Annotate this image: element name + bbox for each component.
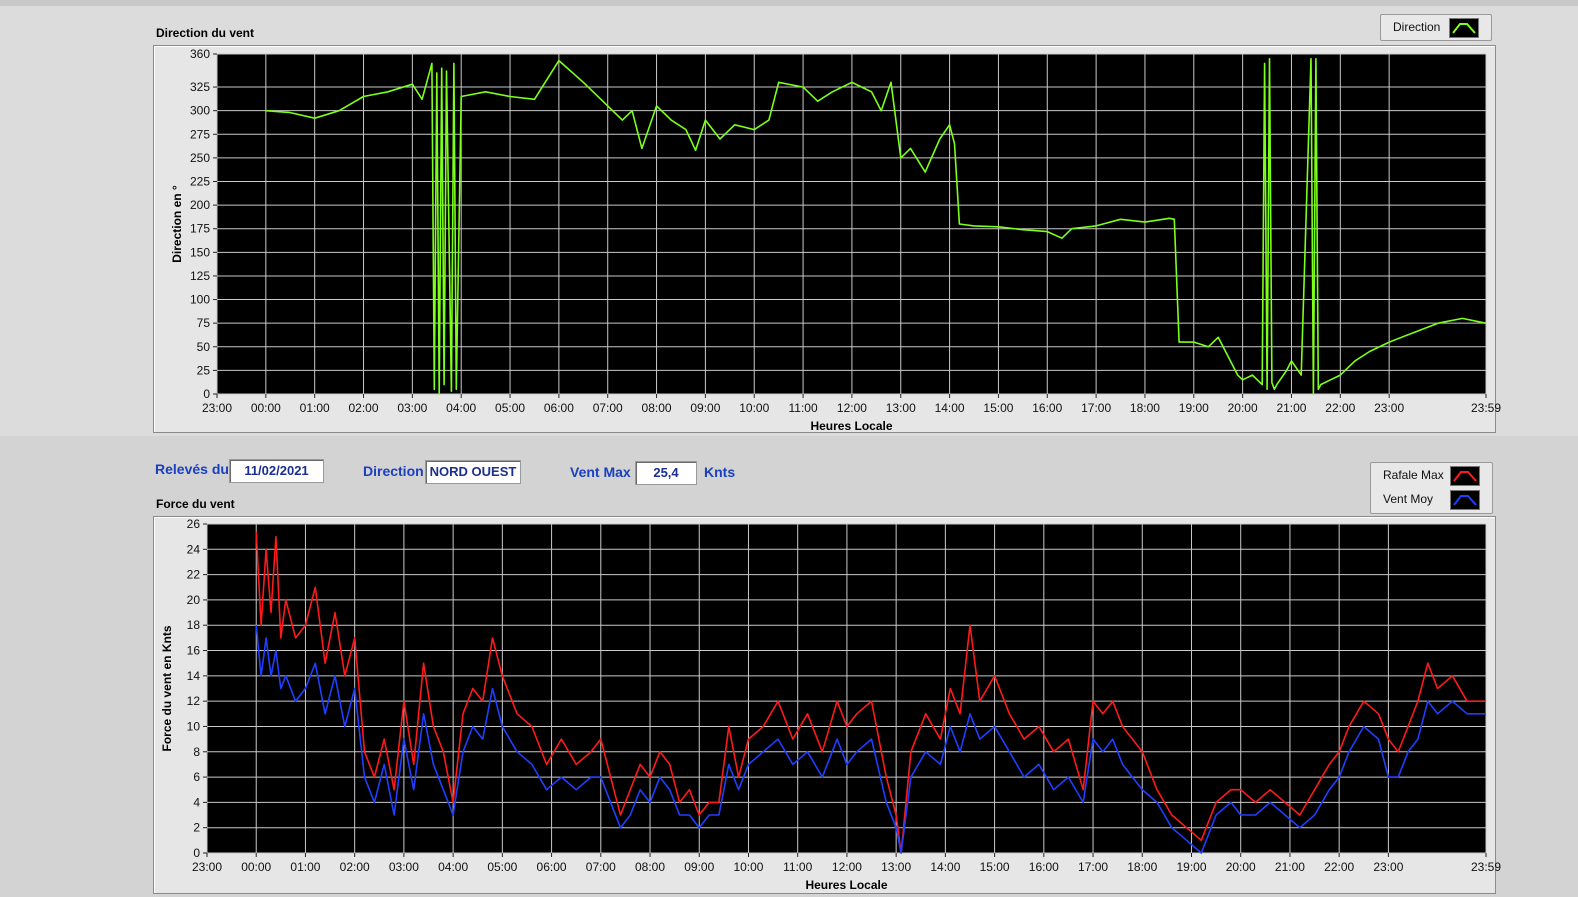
force-x-tick-label: 00:00	[241, 860, 271, 874]
force-x-tick-label: 19:00	[1176, 860, 1206, 874]
force-x-tick-label: 02:00	[340, 860, 370, 874]
force-y-tick-label: 10	[187, 719, 201, 733]
force-x-tick-label: 16:00	[1029, 860, 1059, 874]
force-x-tick-label: 06:00	[537, 860, 567, 874]
force-x-tick-label: 21:00	[1275, 860, 1305, 874]
force-y-tick-label: 26	[187, 517, 201, 531]
force-x-tick-label: 14:00	[930, 860, 960, 874]
force-x-tick-label: 18:00	[1127, 860, 1157, 874]
force-x-axis-title: Heures Locale	[805, 878, 887, 892]
force-y-tick-label: 24	[187, 542, 201, 556]
force-x-tick-label: 09:00	[684, 860, 714, 874]
force-x-tick-label: 17:00	[1078, 860, 1108, 874]
force-y-tick-label: 16	[187, 644, 201, 658]
force-y-tick-label: 14	[187, 669, 201, 683]
force-y-tick-label: 22	[187, 568, 201, 582]
force-x-tick-label: 04:00	[438, 860, 468, 874]
force-x-tick-label: 10:00	[733, 860, 763, 874]
force-chart: 23:00 00:00 01:00 02:00 03:00 04:00 05:00 06:00…	[160, 517, 1501, 892]
force-x-tick-label: 23:00	[1373, 860, 1403, 874]
force-x-tick-label: 08:00	[635, 860, 665, 874]
force-x-tick-label: 20:00	[1226, 860, 1256, 874]
force-y-tick-label: 2	[193, 821, 200, 835]
force-x-tick-label: 01:00	[290, 860, 320, 874]
force-x-tick-label: 13:00	[881, 860, 911, 874]
force-x-tick-label: 12:00	[832, 860, 862, 874]
force-y-tick-label: 18	[187, 618, 201, 632]
force-x-tick-label: 07:00	[586, 860, 616, 874]
force-x-tick-label: 15:00	[980, 860, 1010, 874]
force-y-tick-label: 8	[193, 745, 200, 759]
force-y-tick-label: 4	[193, 795, 200, 809]
force-x-tick-label: 22:00	[1324, 860, 1354, 874]
force-y-tick-label: 6	[193, 770, 200, 784]
force-x-tick-label: 05:00	[487, 860, 517, 874]
force-x-tick-label: 03:00	[389, 860, 419, 874]
force-x-tick-label: 23:00	[192, 860, 222, 874]
force-y-tick-label: 0	[193, 846, 200, 860]
force-y-tick-label: 20	[187, 593, 201, 607]
force-x-tick-label: 11:00	[783, 860, 812, 874]
force-y-axis-title: Force du vent en Knts	[160, 625, 174, 751]
force-x-tick-label: 23:59	[1471, 860, 1501, 874]
force-y-tick-label: 12	[187, 694, 201, 708]
